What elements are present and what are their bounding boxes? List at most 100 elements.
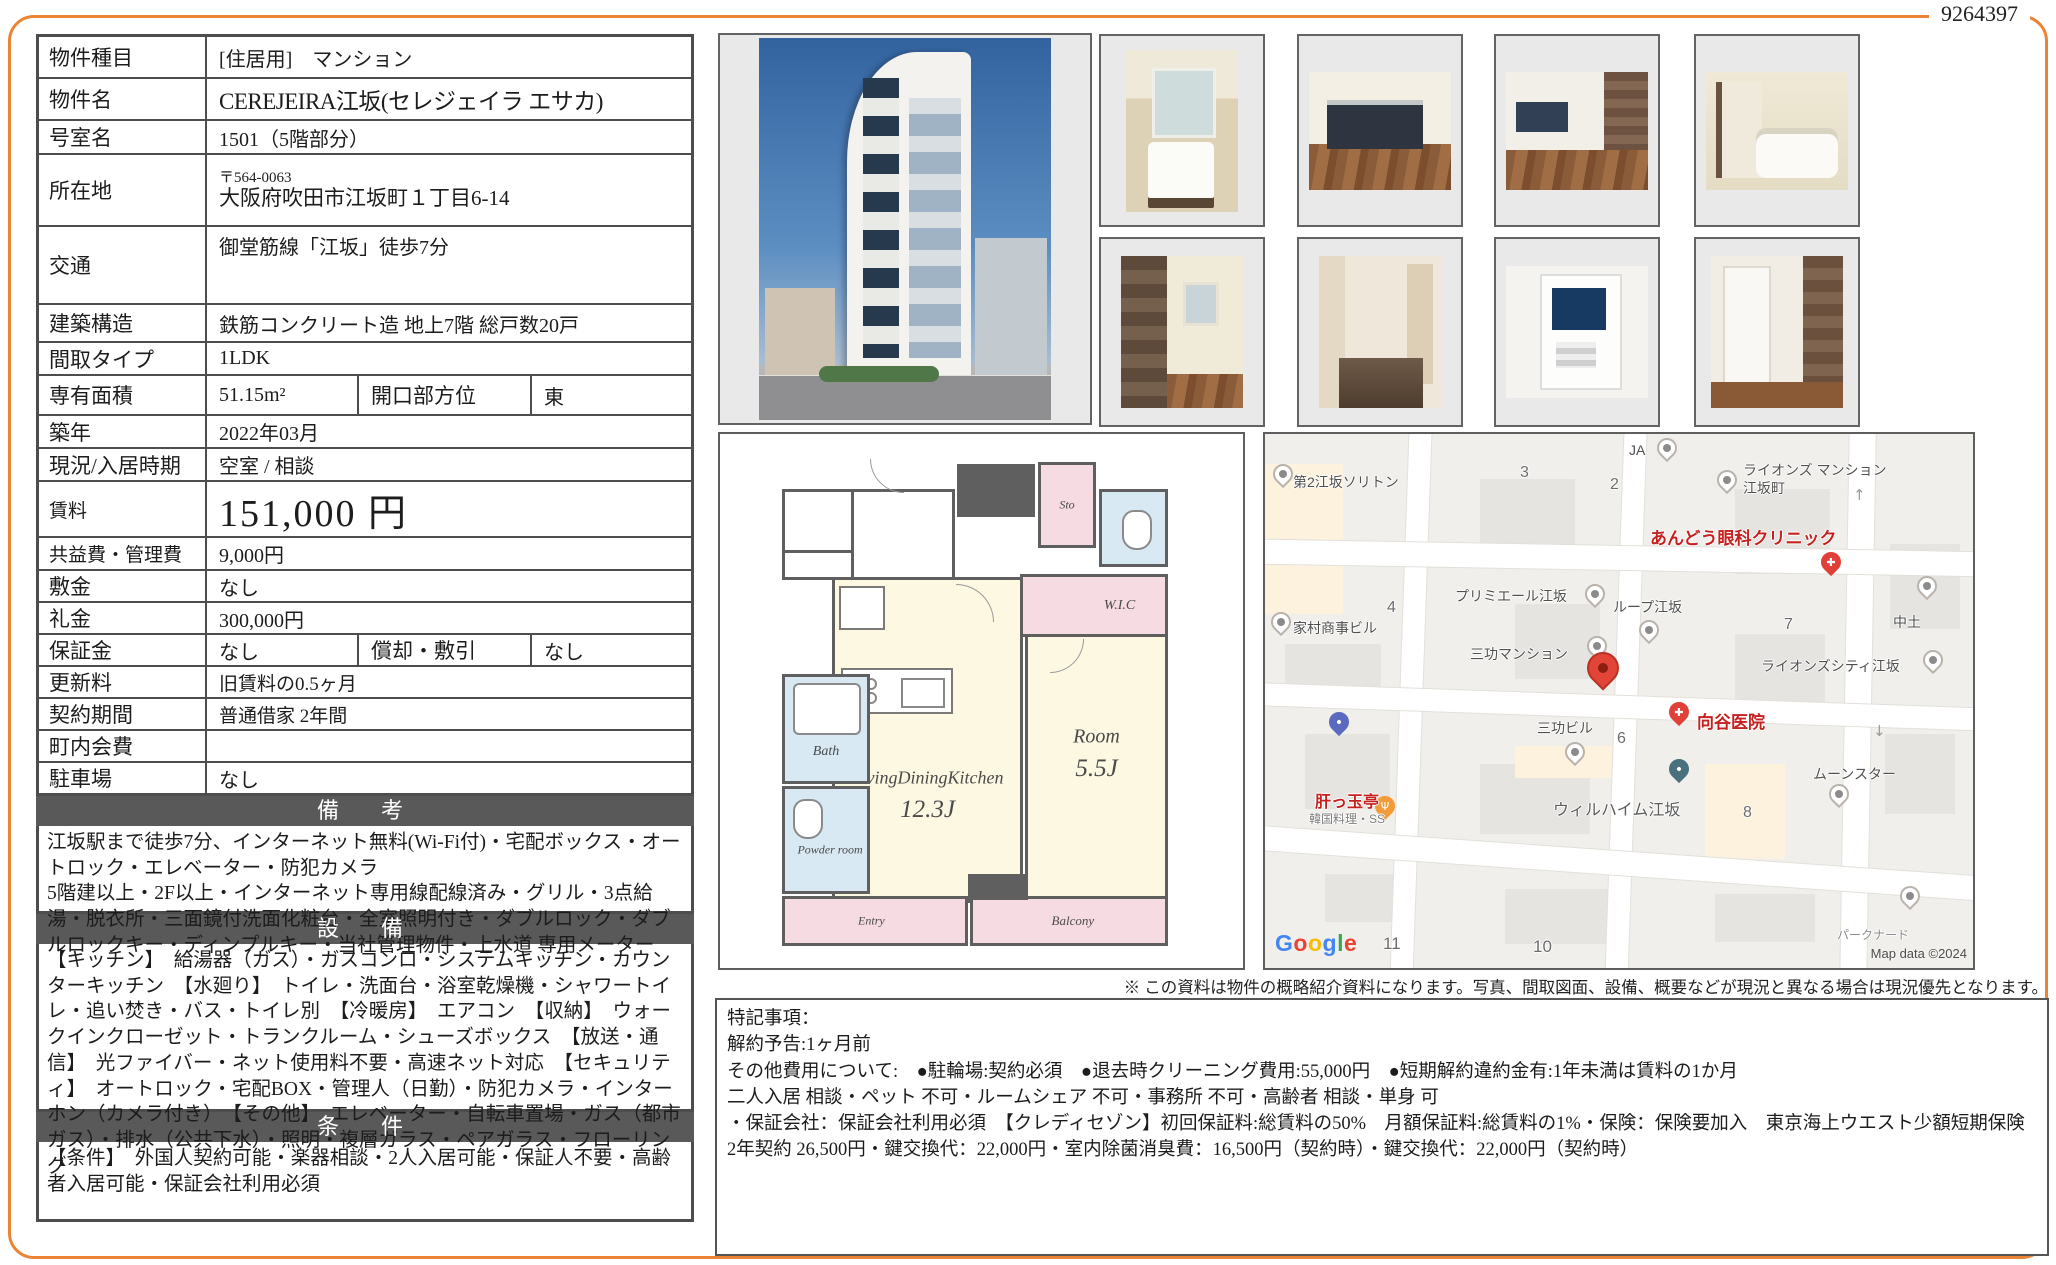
facing-value: 東 [532,376,691,414]
renewal-label: 更新料 [39,667,207,697]
room-no-label: 号室名 [39,121,207,153]
fp-balcony-label: Balcony [1052,913,1095,929]
remarks-line-1: 江坂駅まで徒歩7分、インターネット無料(Wi-Fi付)・宅配ボックス・オートロッ… [47,830,683,881]
key-money-value: 300,000円 [207,603,691,633]
chonai-value [207,731,691,761]
fp-bath-label: Bath [813,744,839,760]
map-pin-place-icon [1665,755,1693,783]
layout-value: 1LDK [207,343,691,374]
row-address: 所在地 〒564-0063 大阪府吹田市江坂町１丁目6-14 [39,153,691,225]
map-attribution: Map data ©2024 [1871,946,1967,961]
remarks-header: 備 考 [36,796,694,826]
map-block [1480,479,1575,549]
floorplan: Sto W.I.C LivingDiningKitchen 12.3J Room… [718,432,1245,970]
map-label: 6 [1617,730,1626,748]
bathtub [1756,128,1838,178]
photo-box-intercom [1494,237,1660,427]
deposit-label: 敷金 [39,571,207,601]
neighbor-building-left [765,288,835,378]
map-label: プリミエール江坂 [1455,586,1567,606]
map-label: 向谷医院 [1697,708,1765,733]
equipment-body: 【キッチン】 給湯器（ガス）・ガスコンロ・システムキッチン・カウンターキッチン … [36,944,694,1112]
bathtub-icon [793,683,861,735]
address-label: 所在地 [39,155,207,225]
amortization-label: 償却・敷引 [359,635,532,665]
kitchen-counter [1327,100,1423,149]
fp-storage: Sto [1038,462,1096,548]
map-label: 4 [1387,599,1396,617]
special-notes-line: 特記事項： [727,1006,2037,1032]
property-detail-panel: 物件種目 [住居用] マンション 物件名 CEREJEIRA江坂(セレジェイラ … [36,34,694,1222]
map-pin-icon [1919,646,1947,674]
property-name-value: CEREJEIRA江坂(セレジェイラ エサカ) [207,79,691,119]
renewal-value: 旧賃料の0.5ヶ月 [207,667,691,697]
row-chonai: 町内会費 [39,729,691,761]
fp-balcony: Balcony [970,896,1168,946]
fp-bedroom: Room 5.5J [1025,634,1168,903]
row-parking: 駐車場 なし [39,761,691,793]
photo-living-room [1506,72,1648,190]
rent-label: 賃料 [39,482,207,536]
photo-washbasin [1126,50,1238,212]
fp-ldk-label: LivingDiningKitchen [852,768,1004,789]
map-label: 11 [1383,934,1401,954]
map-label: JA [1629,442,1645,458]
fp-wall-block-bottom [968,874,1028,900]
row-renewal: 更新料 旧賃料の0.5ヶ月 [39,665,691,697]
map-label: ウィルハイム江坂 [1553,796,1680,820]
fp-entry: Entry [782,896,968,946]
map-label: 中土 [1893,612,1921,632]
toilet-icon [793,799,823,839]
row-transport: 交通 御堂筋線「江坂」徒歩7分 [39,225,691,303]
row-property-type: 物件種目 [住居用] マンション [39,37,691,77]
toilet-icon [1122,510,1152,550]
photo-box-bath [1694,34,1860,227]
photo-box-hallway [1099,237,1265,427]
neighbor-building-right [975,238,1047,378]
fp-storage-label: Sto [1059,498,1074,513]
map-label: 10 [1533,937,1552,957]
street-planting [819,366,939,382]
photo-building-exterior [759,38,1051,420]
fp-powder-room: Powder room [782,786,870,894]
rent-value: 151,000 円 [207,482,691,536]
row-property-name: 物件名 CEREJEIRA江坂(セレジェイラ エサカ) [39,77,691,119]
row-deposit: 敷金 なし [39,569,691,601]
map-label: 家村商事ビル [1293,618,1377,638]
map-label: 韓国料理・SS [1309,810,1385,827]
map-label: ムーンスター [1813,764,1896,784]
accent-wall [1604,72,1648,156]
disclaimer-note: ※ この資料は物件の概略紹介資料になります。写真、間取図面、設備、概要などが現況… [718,974,2048,998]
photo-control-panel [1506,266,1648,398]
structure-label: 建築構造 [39,305,207,341]
layout-label: 間取タイプ [39,343,207,374]
room-no-value: 1501（5階部分） [207,121,691,153]
photo-hallway [1121,256,1243,408]
area-label: 専有面積 [39,376,207,414]
map-label: 三功ビル [1537,718,1593,738]
row-layout: 間取タイプ 1LDK [39,341,691,374]
photo-entrance [1319,256,1441,408]
term-value: 普通借家 2年間 [207,699,691,729]
term-label: 契約期間 [39,699,207,729]
equipment-text: 【キッチン】 給湯器（ガス）・ガスコンロ・システムキッチン・カウンターキッチン … [47,948,683,1180]
vanity-mirror [1152,68,1216,138]
special-notes-line: 解約予告:1ヶ月前 [727,1032,2037,1058]
transport-label: 交通 [39,227,207,303]
built-value: 2022年03月 [207,416,691,447]
property-type-value: [住居用] マンション [207,37,691,77]
map-label: 8 [1743,804,1752,822]
map-label: 第2江坂ソリトン [1293,472,1399,492]
structure-value: 鉄筋コンクリート造 地上7階 総戸数20戸 [207,305,691,341]
fp-pipe-space [782,550,854,580]
fp-room-size: 5.5J [1075,755,1117,783]
intercom-screen [1552,288,1606,330]
map-label: 肝っ玉亭 [1315,788,1379,812]
row-guarantee: 保証金 なし 償却・敷引 なし [39,633,691,665]
closet-door [1723,266,1771,390]
row-area: 専有面積 51.15m² 開口部方位 東 [39,374,691,414]
row-status: 現況/入居時期 空室 / 相談 [39,447,691,480]
map-pin-car-icon [1325,708,1353,736]
row-room-no: 号室名 1501（5階部分） [39,119,691,153]
fp-entry-label: Entry [858,914,885,929]
